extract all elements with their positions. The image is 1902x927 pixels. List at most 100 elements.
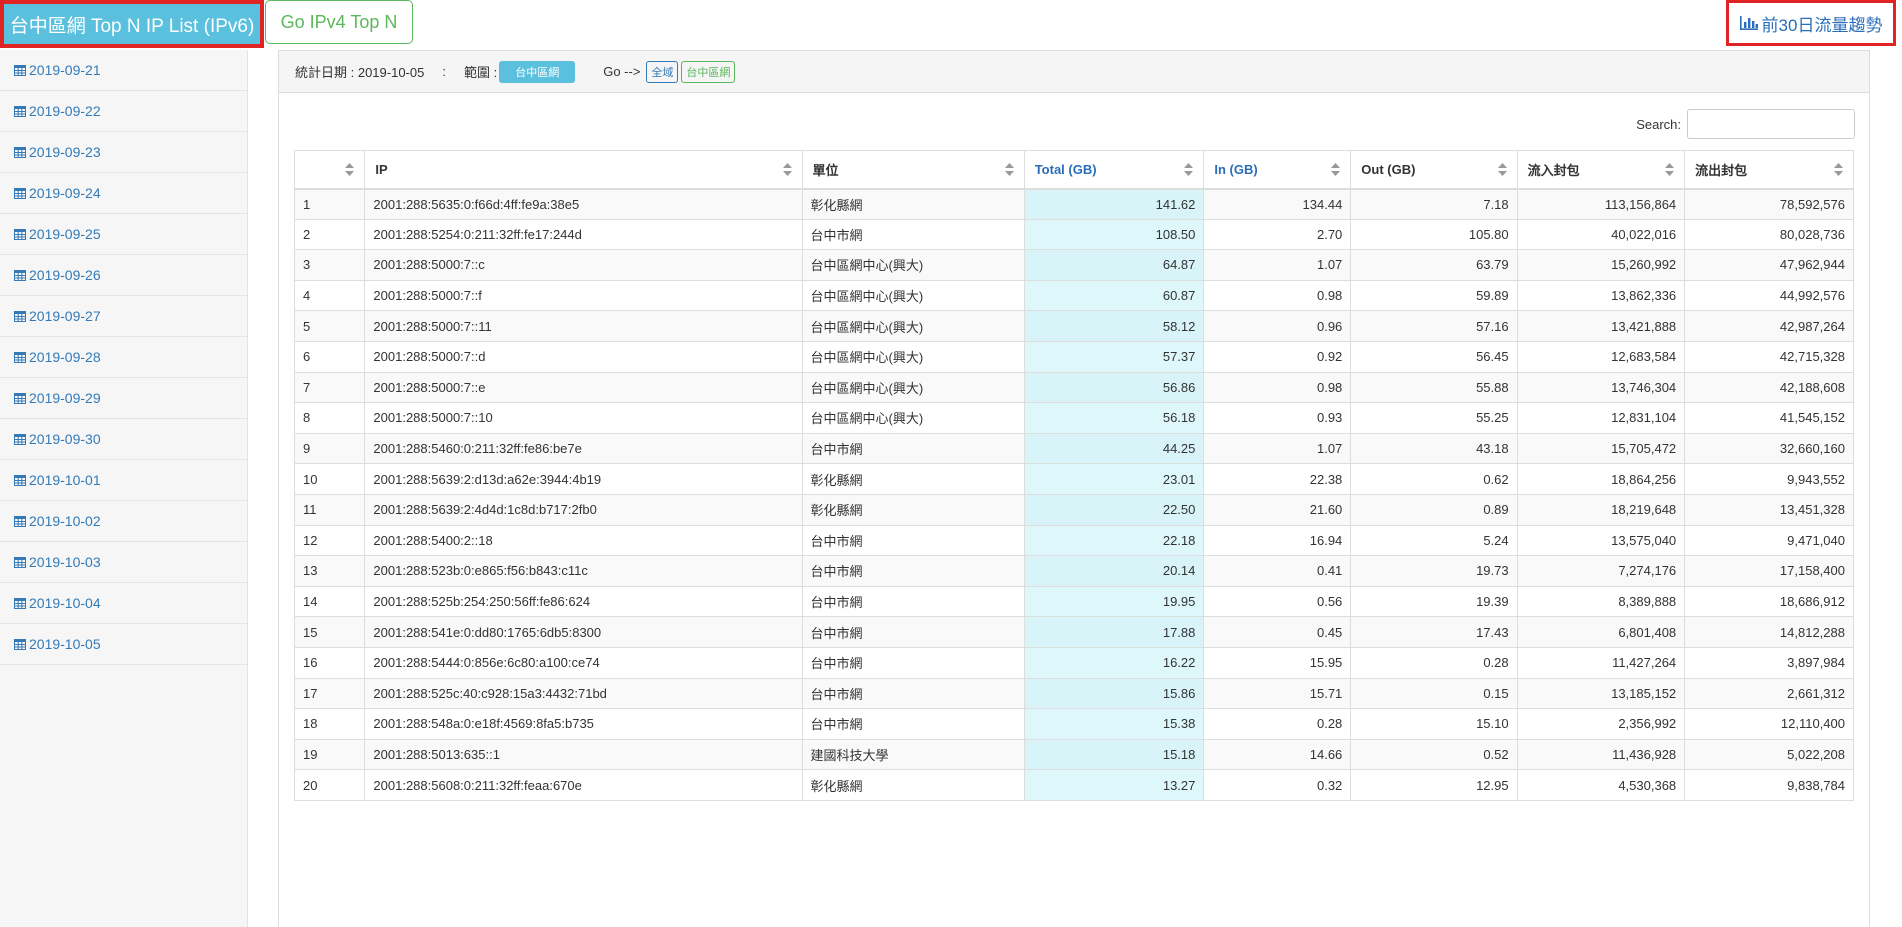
rank-cell: 18 bbox=[293, 708, 366, 740]
in-packets-cell: 13,746,304 bbox=[1516, 371, 1686, 404]
go-taichung-link[interactable]: 台中區網 bbox=[681, 60, 736, 83]
table-icon bbox=[14, 310, 26, 322]
total-cell: 23.01 bbox=[1023, 463, 1205, 495]
in-packets-cell: 7,274,176 bbox=[1516, 555, 1686, 587]
in-packets-cell: 12,683,584 bbox=[1516, 340, 1686, 373]
table-icon bbox=[14, 597, 26, 609]
sidebar-date-item[interactable]: 2019-10-02 bbox=[0, 501, 247, 542]
sidebar-date-item[interactable]: 2019-09-30 bbox=[0, 419, 247, 460]
out-packets-column-header[interactable]: 流出封包 bbox=[1684, 150, 1854, 190]
sidebar-date-item[interactable]: 2019-10-01 bbox=[0, 460, 247, 501]
unit-cell: 台中區網中心(興大) bbox=[801, 402, 1025, 434]
sidebar-date-item[interactable]: 2019-09-26 bbox=[0, 255, 247, 296]
unit-cell: 彰化縣網 bbox=[801, 188, 1025, 220]
out-packets-cell: 17,158,400 bbox=[1684, 555, 1854, 587]
table-icon bbox=[14, 146, 26, 158]
ip-cell: 2001:288:5000:7::f bbox=[364, 279, 803, 312]
stat-date-label: 統計日期 : 2019-10-05 bbox=[295, 65, 425, 80]
out-packets-cell: 9,838,784 bbox=[1684, 769, 1854, 801]
out-column-header[interactable]: Out (GB) bbox=[1350, 150, 1518, 190]
in-packets-column-header[interactable]: 流入封包 bbox=[1516, 150, 1686, 190]
total-cell: 58.12 bbox=[1023, 310, 1205, 342]
table-icon bbox=[14, 556, 26, 568]
rank-cell: 20 bbox=[293, 769, 366, 801]
in-cell: 16.94 bbox=[1203, 524, 1352, 557]
trend-30day-link[interactable]: 前30日流量趨勢 bbox=[1726, 0, 1896, 46]
rank-cell: 11 bbox=[293, 493, 366, 526]
total-cell: 60.87 bbox=[1023, 279, 1205, 312]
rank-cell: 14 bbox=[293, 585, 366, 618]
out-cell: 0.89 bbox=[1350, 493, 1518, 526]
sidebar-date-item[interactable]: 2019-09-21 bbox=[0, 50, 247, 91]
rank-cell: 4 bbox=[293, 279, 366, 312]
top-bar: 台中區網 Top N IP List (IPv6) Go IPv4 Top N … bbox=[0, 0, 1902, 48]
bar-chart-icon bbox=[1739, 16, 1758, 30]
out-cell: 5.24 bbox=[1350, 524, 1518, 557]
sidebar-date-item[interactable]: 2019-10-05 bbox=[0, 624, 247, 665]
out-cell: 15.10 bbox=[1350, 708, 1518, 740]
out-packets-cell: 5,022,208 bbox=[1684, 738, 1854, 771]
out-cell: 17.43 bbox=[1350, 616, 1518, 648]
in-cell: 15.71 bbox=[1203, 677, 1352, 710]
ip-cell: 2001:288:5635:0:f66d:4ff:fe9a:38e5 bbox=[364, 188, 803, 220]
ip-cell: 2001:288:5000:7::e bbox=[364, 371, 803, 404]
sidebar-date-label: 2019-09-27 bbox=[29, 308, 101, 324]
out-packets-cell: 42,188,608 bbox=[1684, 371, 1854, 404]
in-packets-cell: 15,260,992 bbox=[1516, 249, 1686, 281]
column-header-label: 流出封包 bbox=[1695, 162, 1748, 178]
sidebar-date-item[interactable]: 2019-09-22 bbox=[0, 91, 247, 132]
rank-column-header[interactable] bbox=[293, 150, 366, 190]
out-packets-cell: 42,987,264 bbox=[1684, 310, 1854, 342]
ipv6-topn-button[interactable]: 台中區網 Top N IP List (IPv6) bbox=[0, 0, 264, 48]
ip-cell: 2001:288:5639:2:d13d:a62e:3944:4b19 bbox=[364, 463, 803, 495]
ipv6-topn-button-label: 台中區網 Top N IP List (IPv6) bbox=[9, 15, 255, 37]
in-column-header[interactable]: In (GB) bbox=[1203, 150, 1352, 190]
table-row: 5 2001:288:5000:7::11 台中區網中心(興大) 58.12 0.96 5… bbox=[293, 310, 1854, 342]
sidebar-date-item[interactable]: 2019-09-23 bbox=[0, 132, 247, 173]
out-packets-cell: 9,943,552 bbox=[1684, 463, 1854, 495]
table-row: 6 2001:288:5000:7::d 台中區網中心(興大) 57.37 0.92 56… bbox=[293, 340, 1854, 373]
out-cell: 19.73 bbox=[1350, 555, 1518, 587]
in-packets-cell: 18,219,648 bbox=[1516, 493, 1686, 526]
table-row: 14 2001:288:525b:254:250:56ff:fe86:624 台中市… bbox=[293, 585, 1854, 618]
total-cell: 57.37 bbox=[1023, 340, 1205, 373]
table-row: 17 2001:288:525c:40:c928:15a3:4432:71bd 台中… bbox=[293, 677, 1854, 710]
unit-cell: 台中市網 bbox=[801, 555, 1025, 587]
sidebar-date-item[interactable]: 2019-09-28 bbox=[0, 337, 247, 378]
sidebar-date-item[interactable]: 2019-09-29 bbox=[0, 378, 247, 419]
out-cell: 0.52 bbox=[1350, 738, 1518, 771]
sidebar-date-item[interactable]: 2019-10-04 bbox=[0, 583, 247, 624]
in-cell: 0.45 bbox=[1203, 616, 1352, 648]
sidebar-date-label: 2019-09-23 bbox=[29, 144, 101, 160]
sidebar-date-item[interactable]: 2019-09-27 bbox=[0, 296, 247, 337]
table-row: 15 2001:288:541e:0:dd80:1765:6db5:8300 台中市… bbox=[293, 616, 1854, 648]
search-input[interactable] bbox=[1687, 109, 1855, 139]
table-row: 7 2001:288:5000:7::e 台中區網中心(興大) 56.86 0.98 55… bbox=[293, 371, 1854, 404]
total-column-header[interactable]: Total (GB) bbox=[1023, 150, 1205, 190]
in-cell: 0.56 bbox=[1203, 585, 1352, 618]
sort-icon bbox=[345, 163, 355, 176]
in-packets-cell: 2,356,992 bbox=[1516, 708, 1686, 740]
total-cell: 56.18 bbox=[1023, 402, 1205, 434]
unit-column-header[interactable]: 單位 bbox=[801, 150, 1025, 190]
sidebar-date-item[interactable]: 2019-09-25 bbox=[0, 214, 247, 255]
go-ipv4-topn-button[interactable]: Go IPv4 Top N bbox=[265, 0, 413, 44]
sidebar-date-item[interactable]: 2019-09-24 bbox=[0, 173, 247, 214]
rank-cell: 15 bbox=[293, 616, 366, 648]
ip-cell: 2001:288:541e:0:dd80:1765:6db5:8300 bbox=[364, 616, 803, 648]
out-cell: 63.79 bbox=[1350, 249, 1518, 281]
in-cell: 2.70 bbox=[1203, 218, 1352, 251]
in-packets-cell: 13,421,888 bbox=[1516, 310, 1686, 342]
panel-heading: 統計日期 : 2019-10-05 : 範圍 : 台中區網 Go --> 全域 … bbox=[279, 51, 1869, 93]
ip-column-header[interactable]: IP bbox=[364, 150, 803, 190]
sidebar-date-label: 2019-09-26 bbox=[29, 267, 101, 283]
topn-panel: 統計日期 : 2019-10-05 : 範圍 : 台中區網 Go --> 全域 … bbox=[278, 50, 1870, 927]
out-cell: 7.18 bbox=[1350, 188, 1518, 220]
go-global-link[interactable]: 全域 bbox=[646, 60, 679, 83]
ip-cell: 2001:288:5000:7::d bbox=[364, 340, 803, 373]
table-icon bbox=[14, 105, 26, 117]
in-packets-cell: 6,801,408 bbox=[1516, 616, 1686, 648]
in-packets-cell: 8,389,888 bbox=[1516, 585, 1686, 618]
sidebar-date-item[interactable]: 2019-10-03 bbox=[0, 542, 247, 583]
in-packets-cell: 40,022,016 bbox=[1516, 218, 1686, 251]
